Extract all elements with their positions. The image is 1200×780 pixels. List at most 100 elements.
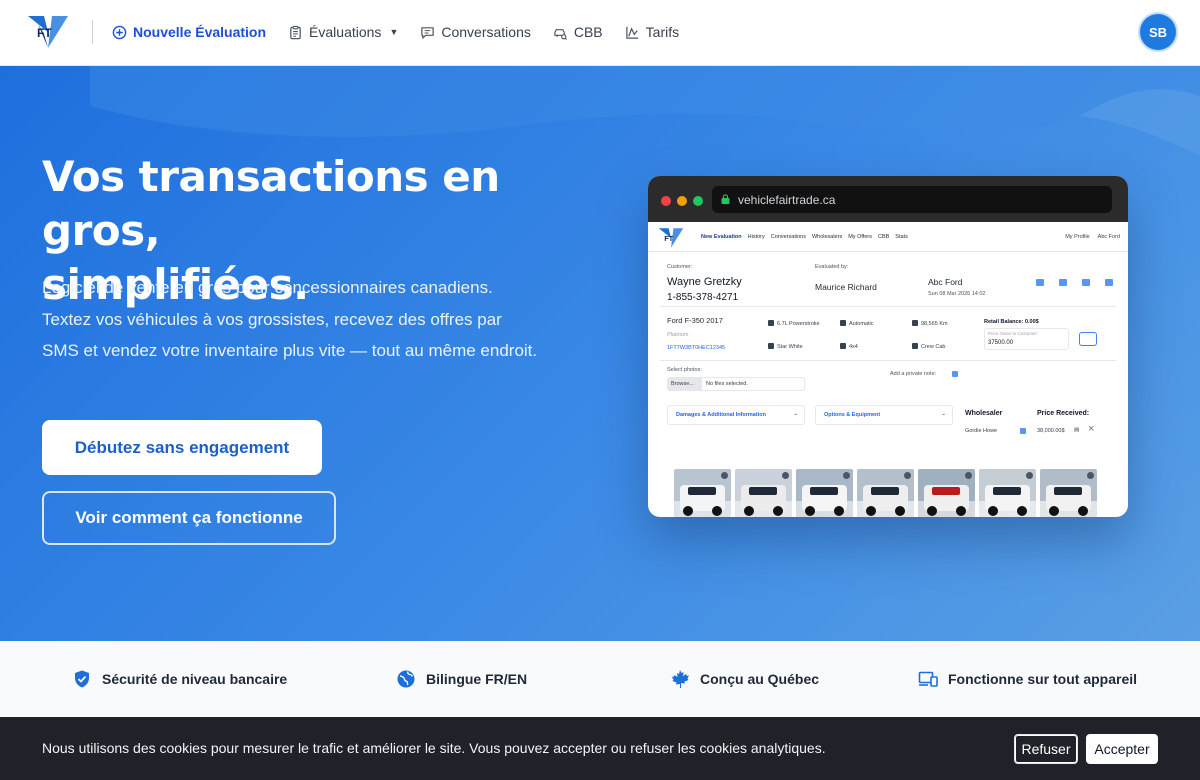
mockup-nav-link: History [747,234,765,240]
mockup-mileage: 98,565 Km [912,320,948,327]
nav-tarifs[interactable]: Tarifs [625,24,679,40]
mockup-photo-strip [674,469,1097,517]
mockup-photos-label: Select photos: [667,367,702,373]
start-free-button[interactable]: Débutez sans engagement [42,420,322,475]
hero-title-line1: Vos transactions en gros, [42,152,500,255]
mockup-note-icon [952,371,958,377]
mockup-cab-text: Crew Cab [921,344,946,350]
nav-evaluations[interactable]: Évaluations ▼ [288,24,398,40]
refuse-cookies-button[interactable]: Refuser [1014,734,1078,764]
car-search-icon [554,28,567,40]
mockup-evaluated-label: Evaluated by: [815,264,849,270]
see-how-button[interactable]: Voir comment ça fonctionne [42,491,336,545]
gear-icon [840,320,846,326]
chat-icon [421,26,435,39]
mockup-nav-link: Stats [895,234,908,240]
mockup-nav-right: My Profile Abc Ford [1065,234,1120,240]
nav-evaluations-label: Évaluations [309,24,382,40]
nav-tarifs-label: Tarifs [645,24,680,40]
mockup-damages-label: Damages & Additional Information [676,412,766,418]
paint-icon [768,343,774,349]
avatar-initials: SB [1148,24,1168,40]
mockup-chat-icon [1036,279,1044,286]
ft-logo[interactable]: FT [28,14,68,50]
mockup-price-received-header: Price Received: [1037,410,1090,417]
clipboard-icon [290,25,301,39]
address-url: vehiclefairtrade.ca [738,192,836,207]
mockup-message-icon: ▤ [1074,427,1080,433]
mockup-logo: FT [658,228,684,248]
mockup-date: Sun 08 Mar 2026 14:02 [928,291,986,297]
browser-chrome: vehiclefairtrade.ca [648,176,1128,222]
svg-text:FT: FT [664,234,673,243]
mockup-wholesaler-header: Wholesaler [965,410,1003,417]
mockup-mileage-text: 98,565 Km [921,321,948,327]
feature-quebec: Conçu au Québec [670,641,819,717]
odometer-icon [912,320,918,326]
nav-conversations-label: Conversations [441,24,531,40]
hero-wave-decoration [0,66,1200,156]
mockup-drive: 4x4 [840,343,858,350]
truck-photo [1040,469,1097,517]
mockup-cab: Crew Cab [912,343,945,350]
hero-subtitle: Logiciel de vente en gros pour concessio… [42,278,538,360]
mockup-vehicle: Ford F-350 2017 [667,316,723,325]
mockup-dealer: Abc Ford [928,277,963,287]
mockup-file-input: Browse... No files selected. [667,377,805,391]
lock-icon [721,194,730,204]
truck-photo [735,469,792,517]
mockup-trim: Platinum [667,332,689,338]
feature-security: Sécurité de niveau bancaire [72,641,287,717]
accept-cookies-button[interactable]: Accepter [1086,734,1158,764]
close-dot-icon [661,196,671,206]
maple-leaf-icon [671,670,689,688]
truck-photo [796,469,853,517]
feature-security-label: Sécurité de niveau bancaire [102,671,288,687]
mockup-no-files: No files selected. [706,381,748,387]
truck-photo [857,469,914,517]
feature-quebec-label: Conçu au Québec [700,671,820,687]
mockup-drive-text: 4x4 [849,344,858,350]
mockup-save-button [1079,332,1097,346]
mockup-navbar: FT New Evaluation History Conversations … [648,222,1128,252]
address-bar: vehiclefairtrade.ca [712,186,1112,213]
maximize-dot-icon [693,196,703,206]
mockup-options-dropdown: Options & Equipment ⌄ [815,405,953,425]
mockup-engine: 6.7L Powerstroke [768,320,820,327]
feature-bilingual: Bilingue FR/EN [396,641,527,717]
nav-conversations[interactable]: Conversations [420,24,531,40]
top-navbar: FT Nouvelle Évaluation Évaluations ▼ Con… [0,0,1200,66]
cookie-message: Nous utilisons des cookies pour mesurer … [42,740,826,756]
mockup-nav-link: CBB [877,234,890,240]
nav-cbb[interactable]: CBB [553,24,603,40]
minimize-dot-icon [677,196,687,206]
user-avatar[interactable]: SB [1140,14,1176,50]
engine-icon [768,320,774,326]
mockup-nav-link: My Offers [848,234,872,240]
nav-menu: Nouvelle Évaluation Évaluations ▼ Conver… [112,0,701,64]
chevron-down-icon: ⌄ [941,411,946,417]
mockup-nav-link: New Evaluation [701,234,742,240]
truck-photo [674,469,731,517]
mockup-profile-link: My Profile [1065,234,1090,240]
mockup-dealer-link: Abc Ford [1097,234,1120,240]
mockup-price-label: Price Given to Customer [988,331,1038,336]
chevron-down-icon: ▼ [389,27,399,37]
cookie-banner: Nous utilisons des cookies pour mesurer … [0,717,1200,780]
hero-section: Vos transactions en gros, simplifiées. L… [0,66,1200,641]
chevron-down-icon: ⌄ [793,411,798,417]
app-preview-mockup: vehiclefairtrade.ca FT New Evaluation Hi… [648,176,1128,517]
nav-new-evaluation[interactable]: Nouvelle Évaluation [112,24,266,40]
mockup-vin: 1FT7W3BT0HEC12345 [667,345,726,351]
shield-icon [75,670,89,688]
plus-circle-icon [112,25,127,39]
mockup-retail-balance: Retail Balance: 0.00$ [984,319,1039,325]
mockup-customer-name: Wayne Gretzky [667,276,742,288]
mockup-price-received: 38,000.00$ [1037,428,1065,434]
mockup-wholesaler-name: Gordie Howe [965,428,998,434]
drive-icon [840,343,846,349]
mockup-divider [660,360,1116,361]
mockup-nav-links: New Evaluation History Conversations Who… [701,234,908,240]
mockup-color-text: Star White [777,344,803,350]
mockup-customer-label: Customer: [667,264,693,270]
